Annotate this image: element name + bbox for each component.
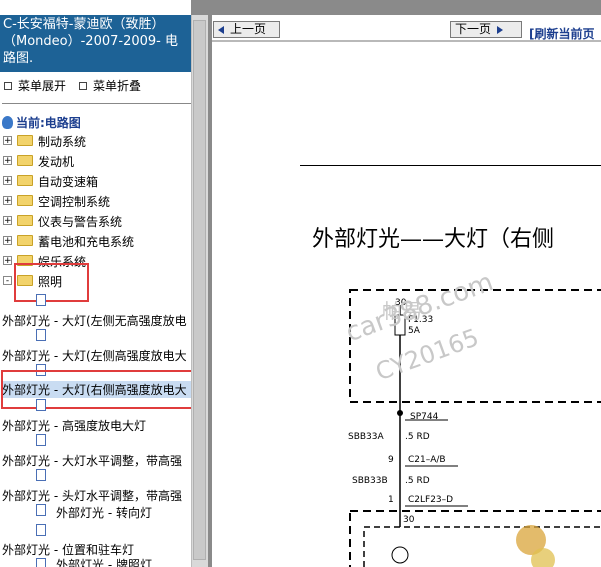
module-outline — [349, 510, 601, 567]
diagram-label: 1 — [388, 495, 394, 505]
scrollbar[interactable] — [191, 15, 208, 567]
diagram-label: C2LF23–D — [408, 495, 454, 505]
tree-leaf[interactable]: 外部灯光 - 大灯(左侧高强度放电大 — [2, 347, 191, 364]
current-label: 当前:电路图 — [16, 116, 81, 130]
globe-icon — [2, 116, 13, 129]
document-icon — [36, 524, 46, 536]
square-icon — [4, 81, 12, 90]
expand-toggle-icon[interactable]: + — [3, 256, 12, 266]
tree-folder-climate-control[interactable]: + 空调控制系统 — [0, 193, 191, 209]
folder-icon — [17, 155, 33, 166]
document-icon — [36, 558, 46, 567]
tree-leaf[interactable]: 外部灯光 - 高强度放电大灯 — [2, 417, 191, 434]
tree-folder-automatic-transmission[interactable]: + 自动变速箱 — [0, 173, 191, 189]
splice-dot — [397, 410, 403, 416]
diagram-label: SP744 — [410, 412, 439, 422]
folder-icon — [17, 175, 33, 186]
tree-leaf[interactable]: 外部灯光 - 大灯(左侧无高强度放电 — [2, 312, 191, 329]
highlight-box — [14, 263, 89, 302]
diagram-label: C21–A/B — [408, 455, 446, 465]
document-icon — [36, 434, 46, 446]
folder-icon — [17, 235, 33, 246]
collapse-all-label: 菜单折叠 — [93, 79, 142, 93]
diagram-label: 9 — [388, 455, 394, 465]
collapse-all-button[interactable]: 菜单折叠 — [79, 77, 141, 94]
navigation-pane: C-长安福特-蒙迪欧（致胜）（Mondeo）-2007-2009- 电路图. 菜… — [0, 0, 191, 567]
tree-folder-label: 发动机 — [38, 155, 75, 169]
diagram-label: SBB33B — [352, 476, 388, 486]
collapse-toggle-icon[interactable]: - — [3, 276, 12, 286]
document-icon — [36, 294, 46, 306]
diagram-label: .5 RD — [405, 476, 430, 486]
tree-folder-battery-charging[interactable]: + 蓄电池和充电系统 — [0, 233, 191, 249]
diagram-label: 30 — [403, 515, 415, 525]
diagram-label: SBB33A — [348, 432, 384, 442]
square-icon — [79, 81, 87, 90]
tree-folder-label: 仪表与警告系统 — [38, 215, 123, 229]
divider — [2, 103, 191, 104]
tree-folder-label: 制动系统 — [38, 135, 87, 149]
scrollbar-thumb[interactable] — [193, 20, 206, 560]
document-icon — [36, 504, 46, 516]
diagram-label: 5A — [408, 326, 420, 336]
expand-toggle-icon[interactable]: + — [3, 236, 12, 246]
expand-toggle-icon[interactable]: + — [3, 156, 12, 166]
tree-folder-label: 蓄电池和充电系统 — [38, 235, 135, 249]
expand-toggle-icon[interactable]: + — [3, 176, 12, 186]
current-node[interactable]: 当前:电路图 — [2, 114, 81, 131]
tree-folder-label: 自动变速箱 — [38, 175, 99, 189]
folder-icon — [17, 135, 33, 146]
tree-folder-label: 空调控制系统 — [38, 195, 111, 209]
folder-icon — [17, 215, 33, 226]
document-icon — [36, 329, 46, 341]
connector-symbol — [391, 546, 409, 564]
document-icon — [36, 399, 46, 411]
diagram-label: .5 RD — [405, 432, 430, 442]
tree-folder-brakes[interactable]: + 制动系统 — [0, 133, 191, 149]
expand-all-button[interactable]: 菜单展开 — [4, 77, 66, 94]
expand-toggle-icon[interactable]: + — [3, 136, 12, 146]
manual-title: C-长安福特-蒙迪欧（致胜）（Mondeo）-2007-2009- 电路图. — [0, 15, 191, 72]
document-icon — [36, 469, 46, 481]
expand-toggle-icon[interactable]: + — [3, 196, 12, 206]
highlight-box — [1, 370, 191, 409]
tree-leaf[interactable]: 外部灯光 - 大灯水平调整，带高强 — [2, 452, 191, 469]
diagram-pane: 上一页 下一页 [刷新当前页 外部灯光——大灯（右侧 30 F1.33 5A S… — [212, 15, 601, 567]
tree-leaf[interactable]: 外部灯光 - 头灯水平调整，带高强 — [2, 487, 191, 504]
tree-folder-engine[interactable]: + 发动机 — [0, 153, 191, 169]
expand-all-label: 菜单展开 — [18, 79, 67, 93]
tree-folder-instruments[interactable]: + 仪表与警告系统 — [0, 213, 191, 229]
tree-leaf[interactable]: 外部灯光 - 牌照灯 — [56, 556, 191, 567]
folder-icon — [17, 195, 33, 206]
tree-leaf[interactable]: 外部灯光 - 转向灯 — [56, 504, 191, 521]
expand-toggle-icon[interactable]: + — [3, 216, 12, 226]
